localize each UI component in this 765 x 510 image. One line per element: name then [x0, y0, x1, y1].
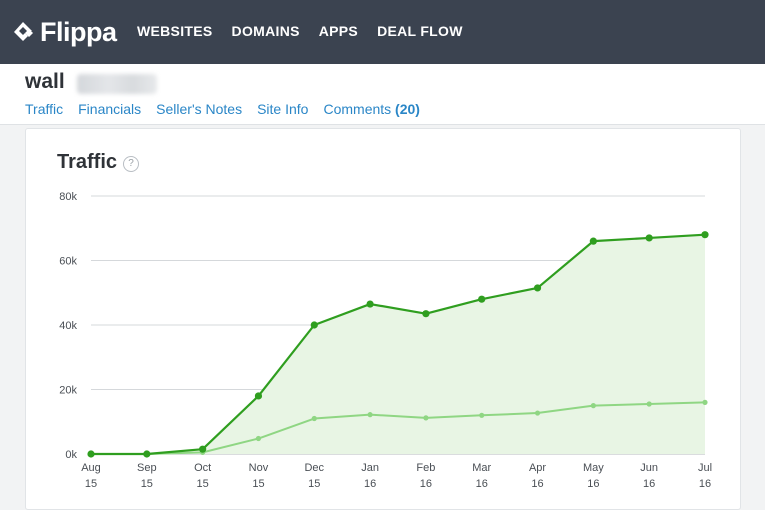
tab-site-info[interactable]: Site Info: [257, 100, 308, 118]
y-tick-label: 20k: [59, 385, 77, 397]
series-1-point: [701, 231, 709, 239]
x-tick-label: Jun: [640, 462, 658, 474]
tab-comments[interactable]: Comments (20): [323, 100, 419, 118]
x-tick-label-year: 16: [587, 478, 599, 490]
x-tick-label-year: 16: [699, 478, 711, 490]
nav-domains[interactable]: DOMAINS: [232, 20, 300, 42]
x-tick-label: Aug: [81, 462, 101, 474]
traffic-area: [91, 234, 705, 454]
series-1-point: [87, 450, 95, 458]
x-tick-label: Feb: [416, 462, 435, 474]
flippa-logo[interactable]: Flippa: [10, 14, 117, 50]
y-tick-label: 60k: [59, 256, 77, 268]
x-tick-label-year: 16: [420, 478, 432, 490]
series-1-point: [143, 450, 151, 458]
series-1-point: [366, 300, 374, 308]
comments-count: (20): [395, 101, 420, 117]
x-tick-label: Jul: [698, 462, 712, 474]
x-tick-label: Sep: [137, 462, 157, 474]
series-2-point: [702, 399, 708, 405]
logo-text: Flippa: [40, 16, 117, 47]
series-1-point: [533, 284, 542, 292]
x-tick-label: Oct: [194, 462, 211, 474]
y-tick-label: 0k: [65, 449, 77, 461]
series-1-point: [310, 321, 318, 329]
x-tick-label-year: 16: [364, 478, 376, 490]
series-1-point: [478, 295, 486, 303]
series-2-point: [590, 403, 596, 409]
x-tick-label: May: [583, 462, 604, 474]
x-tick-label-year: 16: [531, 478, 543, 490]
x-tick-label-year: 15: [197, 478, 209, 490]
tab-traffic[interactable]: Traffic: [25, 100, 63, 118]
top-navigation-bar: Flippa WEBSITES DOMAINS APPS DEAL FLOW: [0, 0, 765, 64]
tab-comments-label: Comments: [323, 101, 392, 117]
y-tick-label: 40k: [59, 320, 77, 332]
series-2-point: [479, 412, 485, 418]
x-tick-label-year: 15: [308, 478, 320, 490]
series-1-point: [645, 234, 653, 242]
series-1-point: [199, 445, 207, 453]
nav-deal-flow[interactable]: DEAL FLOW: [377, 20, 463, 42]
series-2-point: [311, 415, 317, 422]
x-tick-label-year: 16: [476, 478, 488, 490]
x-tick-label: Jan: [361, 462, 379, 474]
x-tick-label-year: 15: [141, 478, 153, 490]
y-tick-label: 80k: [59, 191, 77, 203]
series-2-point: [367, 412, 373, 418]
listing-header: wall Traffic Financials Seller's Notes S…: [0, 64, 765, 125]
main-nav: WEBSITES DOMAINS APPS DEAL FLOW: [137, 20, 482, 42]
site-name: wall: [25, 70, 65, 93]
x-tick-label: Apr: [529, 462, 546, 474]
x-tick-label-year: 15: [252, 478, 264, 490]
series-2-point: [255, 435, 262, 442]
traffic-chart: 0k 20k 40k 60k 80k Aug 15 Sep 15 Oct 15 Nov 15 Dec 15 J…: [59, 191, 712, 490]
nav-apps[interactable]: APPS: [319, 20, 358, 42]
flippa-logo-icon: [14, 22, 33, 41]
x-tick-label: Mar: [472, 462, 491, 474]
series-1-point: [422, 310, 430, 318]
x-tick-label-year: 16: [643, 478, 655, 490]
tab-sellers-notes[interactable]: Seller's Notes: [156, 100, 242, 118]
series-2-point: [534, 410, 541, 416]
traffic-card: Traffic ? 0k 20k 40k 60k 80k Aug 15 Sep 15 Oct 15 N…: [25, 128, 741, 510]
series-1-point: [589, 237, 597, 245]
series-1-point: [254, 392, 263, 400]
redacted-site-name: [77, 74, 157, 94]
listing-tabs: Traffic Financials Seller's Notes Site I…: [25, 100, 435, 118]
x-tick-label: Nov: [249, 462, 269, 474]
tab-financials[interactable]: Financials: [78, 100, 141, 118]
x-tick-label: Dec: [304, 462, 324, 474]
x-tick-label-year: 15: [85, 478, 97, 490]
series-2-point: [423, 415, 429, 421]
nav-websites[interactable]: WEBSITES: [137, 20, 213, 42]
series-2-point: [646, 401, 652, 407]
